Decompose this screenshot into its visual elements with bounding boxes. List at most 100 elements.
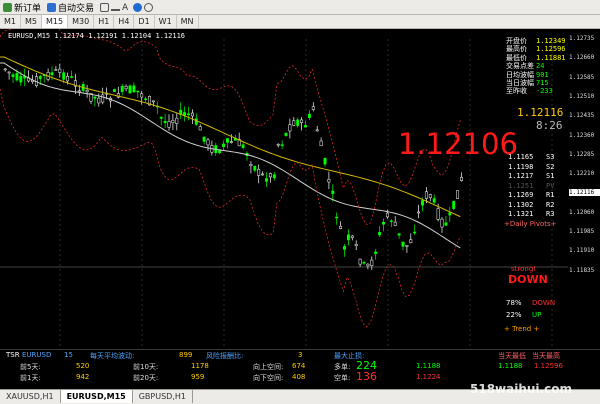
lower-band: [0, 88, 461, 328]
candle-body: [354, 244, 358, 247]
candle-body: [261, 173, 265, 176]
info-label: 至昨收: [506, 87, 527, 96]
chart-tab[interactable]: EURUSD,M15: [60, 390, 133, 403]
day-low-label: 当天最低: [498, 352, 526, 360]
candle-body: [417, 211, 421, 214]
day-low-value: 1.1188: [498, 362, 523, 370]
candle-body: [444, 222, 448, 226]
timeframe-m1[interactable]: M1: [0, 15, 21, 28]
up-space-label: 向上空间:: [253, 363, 284, 371]
candle-body: [311, 106, 315, 110]
candle-body: [378, 232, 382, 236]
info-row: 日均波幅 901: [506, 71, 566, 79]
timeframe-m30[interactable]: M30: [68, 15, 95, 28]
candle-body: [339, 225, 343, 229]
candle-body: [366, 263, 370, 267]
current-price: 1.12116: [517, 106, 564, 119]
daily-pivots-label: +Daily Pivots+: [504, 220, 557, 228]
pivot-row: 1.1321 R3: [508, 210, 568, 218]
y-tick-label: 1.12660: [569, 54, 595, 62]
candle-body: [452, 200, 456, 209]
pivot-value: 1.1198: [508, 162, 534, 171]
y-tick-label: 1.11910: [569, 247, 595, 255]
candle-body: [70, 76, 73, 78]
candle-body: [151, 100, 155, 103]
candle-body: [424, 191, 428, 199]
candle-body: [62, 72, 66, 80]
timer-icon[interactable]: [133, 2, 143, 12]
pivot-row: 1.1251 PV: [508, 182, 568, 190]
candle-body: [183, 112, 187, 116]
info-row: 最低价 1.11881: [506, 54, 566, 62]
new-order-button[interactable]: 新订单: [0, 0, 44, 14]
pivot-name: S1: [546, 172, 555, 180]
candle-body: [456, 190, 460, 199]
timeframe-d1[interactable]: D1: [134, 15, 155, 28]
pivot-name: PV: [546, 181, 555, 190]
candle-body: [3, 68, 7, 71]
candle-body: [144, 98, 148, 101]
text-tool-icon[interactable]: A: [122, 3, 131, 13]
candle-body: [370, 259, 374, 267]
chart-tab[interactable]: XAUUSD,H1: [0, 390, 61, 403]
pivot-name: S3: [546, 153, 555, 161]
prev1-label: 前1天:: [20, 374, 41, 382]
candle-body: [409, 239, 413, 243]
timeframe-m15[interactable]: M15: [42, 15, 69, 28]
info-value: 1.12596: [536, 45, 566, 54]
candle-body: [15, 73, 19, 81]
candle-body: [307, 113, 311, 118]
prev5-value: 520: [76, 362, 90, 370]
candle-body: [421, 200, 424, 206]
chart-tab[interactable]: GBPUSD,H1: [133, 390, 193, 403]
info-row: 至昨收 -233: [506, 87, 566, 95]
candle-body: [85, 90, 89, 93]
prev1-value: 942: [76, 373, 90, 381]
short-label: 空单:: [334, 374, 351, 382]
candle-body: [128, 85, 132, 94]
candle-body: [77, 90, 81, 93]
trend-label: + Trend +: [504, 325, 540, 333]
watermark: 518waihui.com: [470, 382, 572, 396]
pivot-value: 1.1165: [508, 153, 534, 161]
candle-body: [198, 126, 202, 131]
candle-body: [292, 120, 296, 126]
pivot-name: R2: [546, 200, 555, 209]
timeframe-mn[interactable]: MN: [177, 15, 199, 28]
candle-body: [175, 117, 179, 124]
info-value: -233: [536, 87, 553, 96]
y-tick-label: 1.12210: [569, 170, 595, 178]
candle-body: [323, 157, 327, 165]
candle-body: [350, 235, 354, 239]
upper-band: [0, 29, 461, 226]
pivot-row: 1.1165 S3: [508, 153, 568, 161]
timeframe-m5[interactable]: M5: [21, 15, 42, 28]
info-label: 交易点差: [506, 62, 534, 71]
candle-body: [124, 85, 128, 90]
candle-body: [202, 136, 206, 142]
risk-value: 3: [298, 351, 303, 359]
line-tool-icon[interactable]: [111, 4, 121, 11]
candle-body: [120, 86, 124, 92]
candle-body: [93, 96, 97, 99]
direction-label: DOWN: [508, 273, 548, 286]
candle-body: [58, 68, 62, 73]
timeframe-w1[interactable]: W1: [155, 15, 177, 28]
pivot-value: 1.1217: [508, 172, 534, 180]
candle-body: [304, 125, 307, 128]
crosshair-icon[interactable]: [100, 2, 110, 12]
strength-label: strong!: [511, 265, 537, 273]
info-row: 最高价 1.12596: [506, 45, 566, 53]
symbol-title: EURUSD,M15 1.12174 1.12191 1.12104 1.121…: [8, 32, 186, 40]
candle-body: [335, 216, 339, 219]
timeframe-h1[interactable]: H1: [94, 15, 115, 28]
candle-body: [206, 139, 210, 146]
timeframe-h4[interactable]: H4: [114, 15, 135, 28]
candle-body: [132, 85, 136, 93]
candle-body: [7, 71, 11, 74]
price-chart[interactable]: EURUSD,M15 1.12174 1.12191 1.12104 1.121…: [0, 29, 600, 389]
up-percent: 22% UP: [506, 311, 541, 319]
zoom-icon[interactable]: [144, 2, 154, 12]
candle-body: [276, 143, 280, 146]
auto-trade-button[interactable]: 自动交易: [44, 0, 97, 14]
